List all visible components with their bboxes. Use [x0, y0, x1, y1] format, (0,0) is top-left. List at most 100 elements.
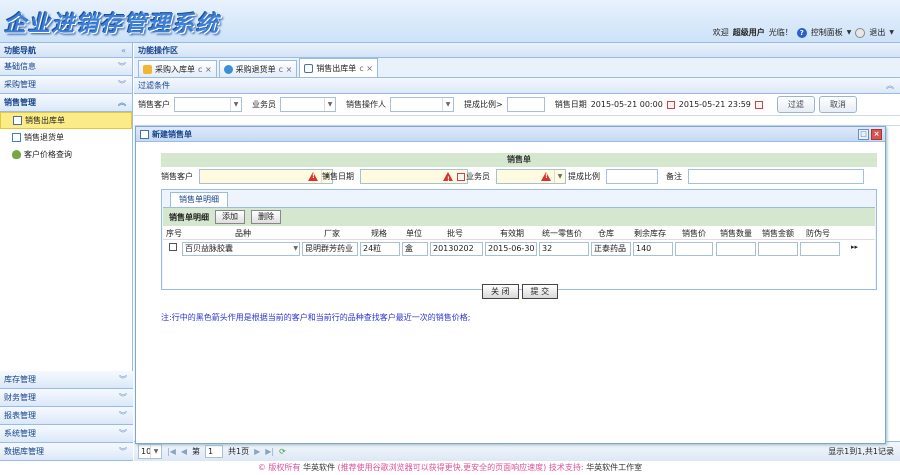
sidebar-item-sales-return[interactable]: 销售退货单 [0, 129, 132, 146]
help-icon[interactable]: ? [796, 27, 807, 38]
retail-price-cell[interactable]: 32 [539, 242, 589, 256]
footer: © 版权所有 华英软件 (推荐使用谷歌浏览器可以获得更快,更安全的页面响应速度)… [0, 461, 900, 475]
logout-link[interactable]: 退出 [869, 27, 885, 38]
anti-fake-cell[interactable] [800, 242, 840, 256]
tab-detail[interactable]: 销售单明细 [170, 192, 228, 207]
filter-ratio-input[interactable] [506, 97, 545, 112]
close-icon[interactable]: c × [279, 65, 293, 74]
detail-table-header: 序号 品种 厂家 规格 单位 批号 有效期 统一零售价 仓库 剩余库存 销售价 … [163, 226, 875, 240]
chevron-down-icon[interactable]: ︾ [119, 443, 127, 461]
column-header: 销售价 [682, 229, 706, 238]
chevron-down-icon[interactable]: ︾ [118, 76, 126, 94]
edit-icon [12, 133, 21, 142]
sidebar-section-inventory[interactable]: 库存管理 ︾ [0, 371, 133, 389]
ratio-input[interactable] [606, 169, 658, 184]
filter-title: 过滤条件 [138, 81, 170, 90]
sidebar-section-system[interactable]: 系统管理 ︾ [0, 425, 133, 443]
chevron-down-icon[interactable]: ▼ [324, 98, 335, 111]
sidebar-section-basic[interactable]: 基础信息 ︾ [0, 58, 132, 76]
stock-cell[interactable]: 140 [633, 242, 673, 256]
prev-page-icon[interactable]: ◀ [181, 447, 187, 456]
close-icon[interactable]: c × [359, 64, 373, 73]
remark-input[interactable] [688, 169, 864, 184]
close-icon[interactable]: × [871, 129, 882, 140]
sidebar-section-purchase[interactable]: 采购管理 ︾ [0, 76, 132, 94]
filter-header[interactable]: 过滤条件 ︽ [134, 78, 900, 94]
sidebar-item-sales-out[interactable]: 销售出库单 [0, 112, 132, 129]
sale-price-cell[interactable] [675, 242, 713, 256]
close-button[interactable]: 关 闭 [482, 284, 519, 299]
page-size-select[interactable]: 10 ▼ [138, 444, 162, 459]
section-label: 库存管理 [4, 375, 36, 384]
chevron-down-icon[interactable]: ▼ [847, 29, 852, 36]
dialog-header[interactable]: 新建销售单 □ × [136, 127, 885, 142]
warehouse-cell[interactable]: 正泰药品 [591, 242, 631, 256]
chevron-down-icon[interactable]: ▼ [442, 98, 453, 111]
sidebar-section-sales[interactable]: 销售管理 ︽ [0, 94, 132, 112]
filter-salesman-select[interactable]: ▼ [280, 97, 336, 112]
section-label: 报表管理 [4, 411, 36, 420]
first-page-icon[interactable]: |◀ [167, 447, 176, 456]
calendar-icon[interactable] [457, 173, 465, 181]
chevron-down-icon[interactable]: ︾ [119, 425, 127, 443]
chevron-down-icon[interactable]: ︾ [119, 389, 127, 407]
sidebar-item-customer-price[interactable]: 客户价格查询 [0, 146, 132, 163]
sale-amount-cell[interactable] [758, 242, 798, 256]
next-page-icon[interactable]: ▶ [254, 447, 260, 456]
filter-customer-select[interactable]: ▼ [174, 97, 242, 112]
chevron-down-icon[interactable]: ︾ [118, 58, 126, 76]
refresh-icon[interactable]: ⟳ [279, 447, 286, 456]
control-panel-link[interactable]: 控制面板 [811, 27, 843, 38]
filter-button[interactable]: 过滤 [776, 96, 815, 113]
filter-date-from[interactable]: 2015-05-21 00:00 [591, 100, 663, 109]
product-value: 百贝益脉胶囊 [185, 244, 233, 253]
cancel-filter-button[interactable]: 取消 [818, 96, 857, 113]
product-select[interactable]: 百贝益脉胶囊 ▼ [182, 242, 300, 256]
sidebar-section-reports[interactable]: 报表管理 ︾ [0, 407, 133, 425]
add-row-button[interactable]: 添加 [215, 210, 245, 224]
chevron-down-icon[interactable]: ▼ [554, 170, 565, 183]
salesman-select[interactable]: ▼ [496, 169, 566, 184]
date-input[interactable] [360, 169, 468, 184]
chevron-down-icon[interactable]: ︾ [119, 407, 127, 425]
spec-cell[interactable]: 24粒 [360, 242, 400, 256]
section-label: 数据库管理 [4, 447, 44, 456]
page-number-input[interactable]: 1 [205, 445, 224, 458]
tab-purchase-return[interactable]: 采购退货单 c × [218, 60, 298, 77]
chevron-down-icon[interactable]: ▼ [150, 445, 161, 458]
filter-date-to[interactable]: 2015-05-21 23:59 [679, 100, 751, 109]
sale-qty-cell[interactable] [716, 242, 756, 256]
chevron-up-icon[interactable]: ︽ [886, 78, 894, 94]
chevron-down-icon[interactable]: ▼ [230, 98, 241, 111]
customer-select[interactable]: ▼ [199, 169, 333, 184]
filter-operator-select[interactable]: ▼ [390, 97, 454, 112]
unit-cell[interactable]: 盒 [402, 242, 428, 256]
page-total: 共1页 [228, 447, 250, 456]
sidebar-section-database[interactable]: 数据库管理 ︾ [0, 443, 133, 461]
maker-cell[interactable]: 昆明群芳药业 [302, 242, 358, 256]
submit-button[interactable]: 提 交 [521, 284, 559, 299]
close-icon[interactable]: c × [198, 65, 212, 74]
chevron-down-icon[interactable]: ▼ [889, 29, 894, 36]
tab-sales-out[interactable]: 销售出库单 c × [299, 58, 378, 77]
chevron-down-icon[interactable]: ︾ [119, 371, 127, 389]
last-page-icon[interactable]: ▶| [265, 447, 274, 456]
batch-cell[interactable]: 20130202 [430, 242, 483, 256]
delete-row-button[interactable]: 删除 [251, 210, 281, 224]
logout-icon[interactable] [855, 27, 866, 38]
sidebar-section-finance[interactable]: 财务管理 ︾ [0, 389, 133, 407]
calendar-icon[interactable] [754, 100, 763, 109]
sidebar-item-label: 销售退货单 [24, 133, 64, 142]
tab-purchase-in[interactable]: 采购入库单 c × [138, 60, 217, 77]
tab-strip: 采购入库单 c × 采购退货单 c × 销售出库单 c × [134, 58, 900, 78]
user-bar: 欢迎 超级用户 光临！ ? 控制面板 ▼ 退出 ▼ [713, 27, 894, 38]
expiry-cell[interactable]: 2015-06-30 [485, 242, 537, 256]
column-header: 批号 [447, 229, 463, 238]
collapse-left-icon[interactable]: « [121, 43, 126, 58]
row-checkbox[interactable] [169, 243, 177, 251]
chevron-down-icon[interactable]: ▼ [293, 243, 298, 255]
lookup-arrow-icon[interactable]: ▸▸ [851, 243, 858, 251]
chevron-up-icon[interactable]: ︽ [118, 94, 126, 112]
calendar-icon[interactable] [666, 100, 675, 109]
maximize-icon[interactable]: □ [858, 129, 869, 140]
